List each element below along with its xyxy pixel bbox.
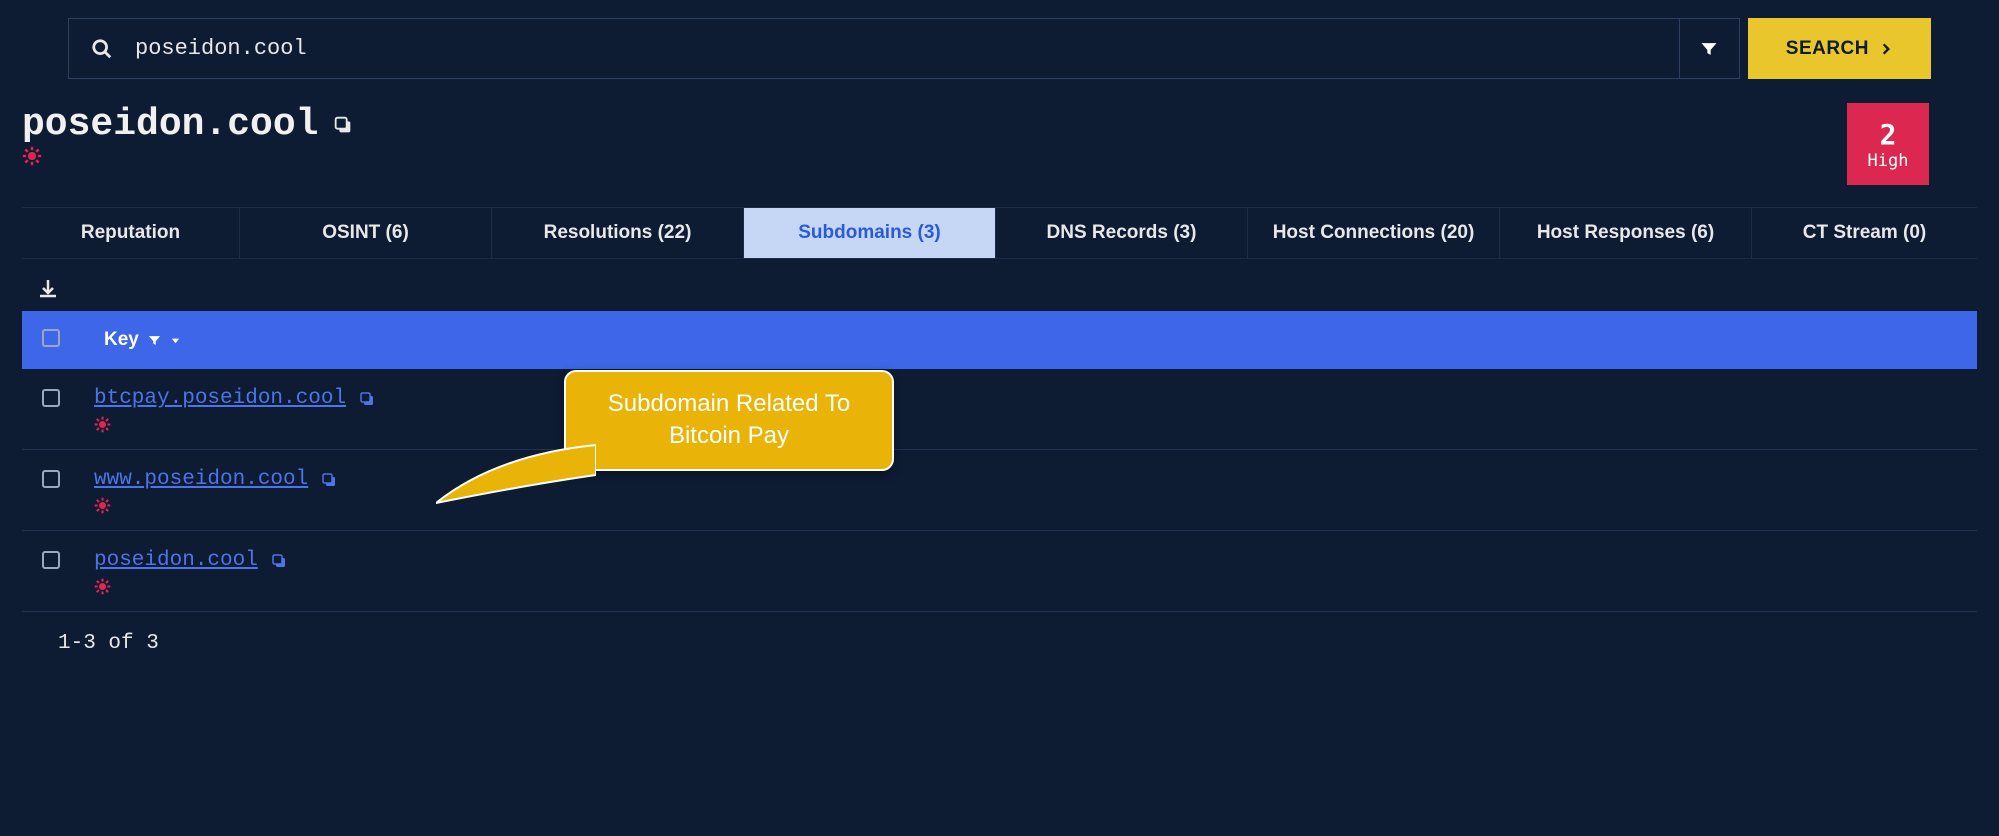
- malware-icon: [22, 146, 42, 166]
- download-row: [36, 277, 1977, 301]
- select-all-checkbox[interactable]: [42, 329, 60, 347]
- tab-host-responses[interactable]: Host Responses (6): [1500, 208, 1752, 258]
- subdomain-link[interactable]: www.poseidon.cool: [94, 468, 338, 491]
- tab-ct-stream[interactable]: CT Stream (0): [1752, 208, 1977, 258]
- malware-icon: [94, 416, 376, 433]
- malware-icon: [94, 497, 338, 514]
- row-checkbox[interactable]: [42, 470, 60, 488]
- tab-subdomains[interactable]: Subdomains (3): [744, 208, 996, 258]
- risk-label: High: [1868, 151, 1909, 171]
- tab-dns-records[interactable]: DNS Records (3): [996, 208, 1248, 258]
- key-cell: btcpay.poseidon.cool: [94, 387, 376, 433]
- filter-icon: [147, 333, 162, 348]
- tab-label: OSINT (6): [322, 222, 409, 243]
- column-key[interactable]: Key: [104, 329, 181, 351]
- subdomain-link[interactable]: btcpay.poseidon.cool: [94, 387, 376, 410]
- search-icon: [91, 38, 113, 60]
- annotation-box: Subdomain Related To Bitcoin Pay: [564, 370, 894, 471]
- sort-icon: [170, 335, 181, 346]
- page-title-text: poseidon.cool: [22, 103, 318, 146]
- subdomain-text: www.poseidon.cool: [94, 468, 308, 491]
- filter-icon: [1699, 39, 1719, 59]
- callout-tail-icon: [436, 435, 596, 505]
- subdomain-link[interactable]: poseidon.cool: [94, 549, 288, 572]
- copy-icon[interactable]: [320, 471, 338, 489]
- chevron-right-icon: [1879, 42, 1893, 56]
- column-key-label: Key: [104, 329, 139, 351]
- download-icon[interactable]: [36, 277, 1977, 301]
- table-row: www.poseidon.cool: [22, 450, 1977, 531]
- search-button[interactable]: SEARCH: [1748, 18, 1931, 79]
- tabs: Reputation OSINT (6) Resolutions (22) Su…: [22, 207, 1977, 259]
- select-all-col: [42, 329, 94, 352]
- table-row: btcpay.poseidon.cool: [22, 369, 1977, 450]
- annotation-callout: Subdomain Related To Bitcoin Pay: [564, 370, 894, 471]
- tab-label: Resolutions (22): [544, 222, 692, 243]
- malware-icon: [94, 578, 288, 595]
- tab-label: Subdomains (3): [798, 222, 941, 243]
- risk-score: 2: [1880, 118, 1897, 151]
- annotation-text: Subdomain Related To Bitcoin Pay: [608, 390, 850, 449]
- tab-host-connections[interactable]: Host Connections (20): [1248, 208, 1500, 258]
- filter-button[interactable]: [1680, 18, 1740, 79]
- table-header: Key: [22, 311, 1977, 369]
- tab-osint[interactable]: OSINT (6): [240, 208, 492, 258]
- search-bar: SEARCH: [68, 18, 1931, 79]
- row-checkbox[interactable]: [42, 389, 60, 407]
- tab-resolutions[interactable]: Resolutions (22): [492, 208, 744, 258]
- subdomain-text: btcpay.poseidon.cool: [94, 387, 346, 410]
- subdomain-table: Key btcpay.poseidon.cool: [22, 311, 1977, 655]
- table-row: poseidon.cool: [22, 531, 1977, 612]
- copy-icon[interactable]: [270, 552, 288, 570]
- search-button-label: SEARCH: [1786, 38, 1869, 60]
- key-cell: www.poseidon.cool: [94, 468, 338, 514]
- tab-label: Host Responses (6): [1537, 222, 1714, 243]
- tab-label: Reputation: [81, 222, 180, 243]
- search-input[interactable]: [135, 36, 1657, 61]
- key-cell: poseidon.cool: [94, 549, 288, 595]
- title-block: poseidon.cool: [22, 103, 354, 171]
- copy-icon[interactable]: [332, 114, 354, 136]
- subdomain-text: poseidon.cool: [94, 549, 258, 572]
- tab-label: DNS Records (3): [1047, 222, 1197, 243]
- search-input-container: [68, 18, 1680, 79]
- tab-reputation[interactable]: Reputation: [22, 208, 240, 258]
- risk-badge: 2 High: [1847, 103, 1929, 185]
- row-checkbox[interactable]: [42, 551, 60, 569]
- tab-label: Host Connections (20): [1273, 222, 1475, 243]
- tab-label: CT Stream (0): [1803, 222, 1927, 243]
- pager: 1-3 of 3: [58, 632, 1941, 655]
- page-title: poseidon.cool: [22, 103, 354, 146]
- copy-icon[interactable]: [358, 390, 376, 408]
- title-row: poseidon.cool 2 High: [22, 103, 1977, 199]
